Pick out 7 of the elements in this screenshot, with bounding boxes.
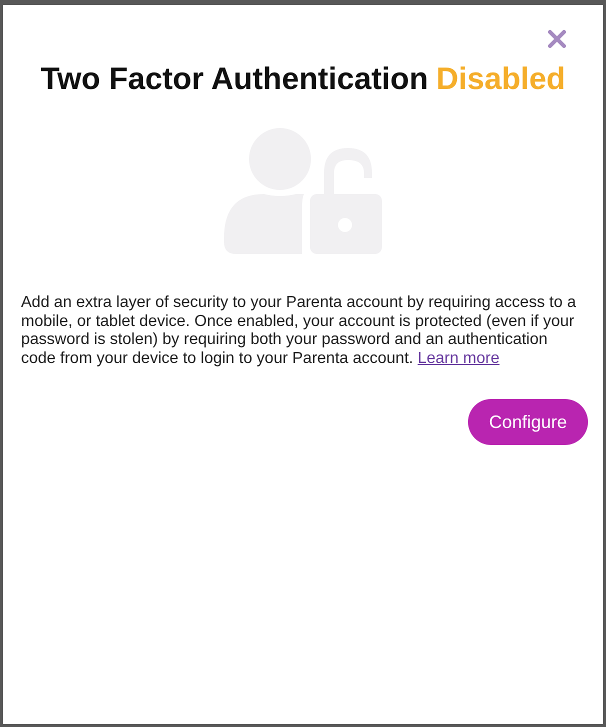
status-label: Disabled: [436, 61, 566, 97]
description-text: Add an extra layer of security to your Parenta account by requiring access to a mobile, or tablet device. Once enabled, your account is protected (even if your password is stolen) by requiring both your password and an authentication code from your device to login to your Parenta account. Learn more: [21, 294, 577, 368]
close-button[interactable]: [547, 29, 567, 49]
learn-more-link[interactable]: Learn more: [418, 350, 500, 366]
close-icon: [547, 29, 567, 49]
dialog-title: Two Factor Authentication: [40, 61, 428, 97]
configure-button[interactable]: Configure: [468, 399, 588, 445]
